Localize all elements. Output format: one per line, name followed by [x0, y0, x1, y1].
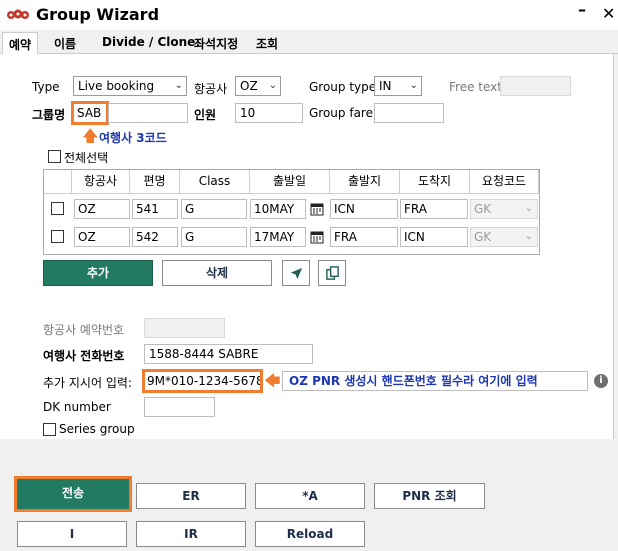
- flight-row-checkbox[interactable]: [51, 230, 64, 243]
- close-icon[interactable]: ✕: [602, 4, 615, 23]
- er-button[interactable]: ER: [136, 483, 246, 509]
- flight-grid: 항공사 편명 Class 출발일 출발지 도착지 요청코드 OZ 541 G 1…: [43, 169, 540, 255]
- tab-divide-clone[interactable]: Divide / Clone: [96, 32, 201, 54]
- tab-seat-assignment[interactable]: 좌석지정: [188, 32, 244, 54]
- select-all-label: 전체선택: [64, 151, 109, 165]
- grid-header-to: 도착지: [400, 170, 470, 194]
- i-button[interactable]: I: [17, 521, 127, 547]
- calendar-icon[interactable]: [310, 230, 324, 244]
- chevron-down-icon: ⌄: [409, 80, 418, 91]
- flight-class-cell[interactable]: G: [181, 227, 247, 247]
- grid-header-from: 출발지: [330, 170, 400, 194]
- group-type-value: IN: [379, 79, 392, 93]
- airline-pnr-input[interactable]: [144, 318, 225, 338]
- flight-code-value: GK: [474, 230, 492, 244]
- type-value: Live booking: [78, 79, 155, 93]
- grid-header-flight: 편명: [130, 170, 180, 194]
- tab-strip: 예약 이름 Divide / Clone 좌석지정 조회: [0, 32, 618, 55]
- window-title: Group Wizard: [36, 5, 160, 24]
- flight-number-cell[interactable]: 542: [132, 227, 178, 247]
- calendar-icon[interactable]: [310, 202, 324, 216]
- airplane-icon: [290, 267, 303, 280]
- flight-to-cell[interactable]: ICN: [400, 227, 468, 247]
- flight-airline-cell[interactable]: OZ: [74, 227, 130, 247]
- delete-flight-button[interactable]: 삭제: [162, 260, 272, 286]
- grid-header-check: [44, 170, 72, 194]
- grid-header-airline: 항공사: [72, 170, 130, 194]
- grid-header-code: 요청코드: [470, 170, 539, 194]
- reload-button[interactable]: Reload: [255, 521, 365, 547]
- free-text-input[interactable]: [500, 76, 571, 96]
- flight-code-select[interactable]: GK ⌄: [470, 227, 538, 247]
- flight-row-checkbox[interactable]: [51, 202, 64, 215]
- extra-osi-label: 추가 지시어 입력:: [43, 376, 132, 390]
- copy-icon: [326, 266, 339, 280]
- type-select[interactable]: Live booking ⌄: [73, 76, 187, 96]
- tab-reservation[interactable]: 예약: [2, 32, 39, 55]
- dk-number-label: DK number: [43, 400, 111, 414]
- info-icon[interactable]: i: [594, 374, 608, 388]
- add-flight-button[interactable]: 추가: [43, 260, 153, 286]
- airline-label: 항공사: [194, 82, 228, 96]
- agency-code-note: 여행사 3코드: [99, 131, 167, 145]
- flight-code-select[interactable]: GK ⌄: [470, 199, 538, 219]
- flight-airline-cell[interactable]: OZ: [74, 199, 130, 219]
- flight-date-cell[interactable]: 10MAY: [250, 199, 306, 219]
- chevron-down-icon: ⌄: [268, 80, 277, 91]
- tab-inquiry[interactable]: 조회: [250, 32, 284, 54]
- app-logo-icon: [7, 9, 29, 19]
- group-fare-input[interactable]: [374, 103, 444, 123]
- title-bar: Group Wizard – ✕: [0, 0, 618, 30]
- extra-osi-input[interactable]: 9M*010-1234-5678: [142, 369, 263, 393]
- group-type-label: Group type: [309, 80, 377, 94]
- star-a-button[interactable]: *A: [255, 483, 365, 509]
- grid-header-date: 출발일: [250, 170, 330, 194]
- flight-to-cell[interactable]: FRA: [400, 199, 468, 219]
- chevron-down-icon: ⌄: [524, 203, 533, 214]
- flight-from-cell[interactable]: FRA: [330, 227, 398, 247]
- flight-search-button[interactable]: [282, 260, 310, 286]
- airline-value: OZ: [240, 79, 258, 93]
- grid-header-class: Class: [180, 170, 250, 194]
- free-text-label: Free text: [449, 80, 502, 94]
- pax-label: 인원: [194, 108, 217, 122]
- pax-input[interactable]: 10: [235, 103, 303, 123]
- dk-number-input[interactable]: [144, 397, 215, 417]
- ir-button[interactable]: IR: [136, 521, 246, 547]
- group-fare-label: Group fare: [309, 106, 373, 120]
- group-name-label: 그룹명: [32, 108, 66, 122]
- group-type-select[interactable]: IN ⌄: [374, 76, 422, 96]
- airline-pnr-label: 항공사 예약번호: [43, 323, 125, 337]
- flight-date-cell[interactable]: 17MAY: [250, 227, 306, 247]
- group-name-input[interactable]: SAB: [71, 101, 109, 125]
- flight-class-cell[interactable]: G: [181, 199, 247, 219]
- flight-from-cell[interactable]: ICN: [330, 199, 398, 219]
- agency-phone-input[interactable]: 1588-8444 SABRE: [144, 344, 313, 364]
- minimize-icon[interactable]: –: [578, 0, 586, 19]
- pnr-lookup-button[interactable]: PNR 조회: [374, 483, 485, 509]
- agency-phone-label: 여행사 전화번호: [43, 349, 125, 363]
- type-label: Type: [32, 80, 60, 94]
- group-name-input-extension[interactable]: [108, 103, 188, 123]
- osi-note: OZ PNR 생성시 핸드폰번호 필수라 여기에 입력: [289, 374, 538, 388]
- arrow-left-icon: 🡄: [264, 371, 281, 390]
- select-all-checkbox[interactable]: [48, 150, 61, 163]
- airline-select[interactable]: OZ ⌄: [235, 76, 281, 96]
- tab-name[interactable]: 이름: [48, 32, 82, 54]
- arrow-up-icon: 🡅: [82, 126, 99, 145]
- flight-number-cell[interactable]: 541: [132, 199, 178, 219]
- chevron-down-icon: ⌄: [174, 80, 183, 91]
- copy-flight-button[interactable]: [318, 260, 346, 286]
- bottom-actions: 전송 ER *A PNR 조회 I IR Reload: [0, 439, 618, 551]
- series-group-checkbox[interactable]: [43, 423, 56, 436]
- osi-note-box: OZ PNR 생성시 핸드폰번호 필수라 여기에 입력: [282, 371, 588, 391]
- series-group-label: Series group: [59, 422, 135, 436]
- flight-code-value: GK: [474, 202, 492, 216]
- send-button[interactable]: 전송: [14, 476, 132, 512]
- chevron-down-icon: ⌄: [524, 231, 533, 242]
- reservation-panel: Type Live booking ⌄ 항공사 OZ ⌄ Group type …: [0, 54, 614, 439]
